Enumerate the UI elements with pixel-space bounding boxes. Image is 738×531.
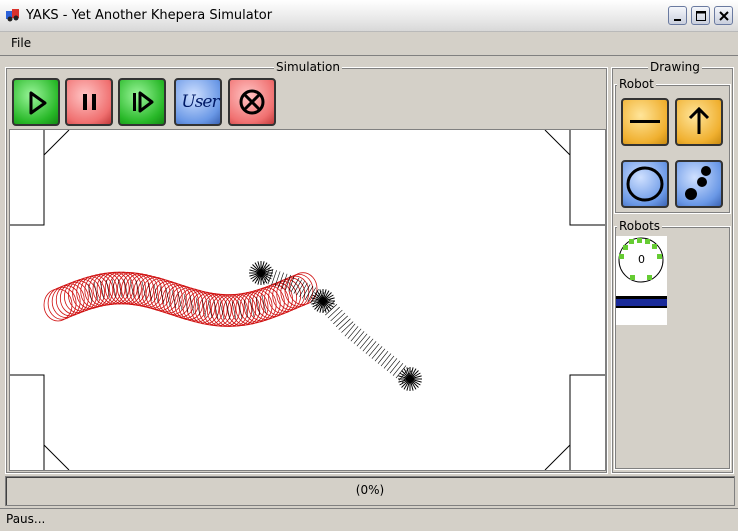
wall-top-right-diagonal [544,129,571,156]
pause-button[interactable] [65,78,113,126]
trail-hatch [383,355,395,369]
trail-hatch [330,309,343,322]
menu-file[interactable]: File [11,36,31,50]
progress-text: (0%) [355,483,385,497]
robots-group-label: Robots [617,219,663,233]
arena-canvas [10,129,605,471]
trail-hatch [327,306,340,319]
arrow-tool-button[interactable] [675,98,723,146]
simulation-arena[interactable] [9,129,606,471]
window-title: YAKS - Yet Another Khepera Simulator [26,8,273,23]
line-tool-icon [630,120,660,123]
robot-stop-star [398,367,422,391]
circle-tool-icon [626,166,664,202]
simulation-label: Simulation [274,60,342,74]
robot-stop-star [249,261,273,285]
menu-bar: File [0,32,738,56]
progress-bar: (0%) [5,476,735,506]
minimize-button[interactable] [668,6,687,25]
robot-list-item[interactable]: 0 [616,236,667,325]
wall-top-right [569,130,605,226]
trail-hatch [386,358,398,372]
line-tool-button[interactable] [621,98,669,146]
trail-hatch [344,323,356,337]
app-icon [6,9,19,22]
reset-button[interactable] [228,78,276,126]
trail-hatch [356,333,368,347]
robot-trail-red [43,271,318,327]
pause-icon [83,94,96,110]
title-bar[interactable]: YAKS - Yet Another Khepera Simulator [0,0,738,32]
trail-hatch [389,360,401,374]
step-button[interactable] [118,78,166,126]
trail-hatch [371,346,383,359]
close-icon [719,11,729,21]
wall-bottom-left [10,374,45,470]
drawing-label: Drawing [648,60,702,74]
trail-hatch [341,321,354,333]
status-bar: Paus... [0,508,738,531]
trail-hatch [299,282,308,297]
robot-stop-star [311,289,335,313]
dots-tool-icon [685,166,711,200]
trail-hatch [368,343,380,357]
user-button-label: User [181,92,219,112]
wall-top-left-diagonal [43,129,70,156]
circle-tool-button[interactable] [621,160,669,208]
reset-icon [239,89,265,115]
trail-hatch [338,318,351,330]
trail-hatch [353,331,365,344]
trail-hatch [350,328,362,342]
dots-tool-button[interactable] [675,160,723,208]
trail-hatch [377,350,389,364]
user-button[interactable]: User [174,78,222,126]
robot-id: 0 [638,253,645,266]
trail-hatch [374,348,386,362]
trail-hatch [380,353,392,367]
play-icon [29,91,47,115]
minimize-icon [674,19,681,21]
robot-icon [616,237,667,308]
trail-hatch [359,336,371,349]
play-button[interactable] [12,78,60,126]
trail-hatch [362,338,374,352]
robot-group-label: Robot [617,77,656,91]
wall-bottom-right [569,374,605,470]
wall-bottom-left-diagonal [43,444,70,471]
wall-top-left [10,130,45,226]
maximize-icon [696,11,706,21]
trail-hatch [347,326,359,339]
trail-hatch [365,341,377,354]
maximize-button[interactable] [691,6,710,25]
arrow-tool-icon [688,106,710,134]
wall-bottom-right-diagonal [544,444,571,471]
trail-hatch [335,315,348,327]
step-icon [133,91,154,113]
trail-hatch [225,301,231,320]
close-button[interactable] [714,6,733,25]
trail-hatch [333,312,346,325]
status-text: Paus... [6,512,46,526]
